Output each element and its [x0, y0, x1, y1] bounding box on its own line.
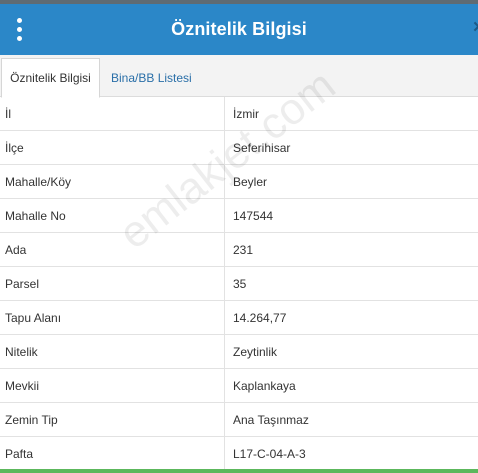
table-row: Zemin Tip Ana Taşınmaz [0, 403, 478, 437]
row-label: Pafta [5, 447, 34, 461]
row-label: Nitelik [5, 345, 38, 359]
row-value: Ana Taşınmaz [233, 413, 309, 427]
row-label: İl [5, 107, 11, 121]
row-label: Mahalle/Köy [5, 175, 72, 189]
table-row: Nitelik Zeytinlik [0, 335, 478, 369]
row-value: 35 [233, 277, 247, 291]
table-row: Parsel 35 [0, 267, 478, 301]
row-label: Parsel [5, 277, 40, 291]
row-label: Tapu Alanı [5, 311, 62, 325]
row-label: Mevkii [5, 379, 40, 393]
table-row: Pafta L17-C-04-A-3 [0, 437, 478, 472]
dialog-title: Öznitelik Bilgisi [171, 19, 307, 39]
row-label: Ada [5, 243, 27, 257]
row-value: Zeytinlik [233, 345, 278, 359]
table-row: Mahalle/Köy Beyler [0, 165, 478, 199]
row-value: Seferihisar [233, 141, 291, 155]
row-label: Mahalle No [5, 209, 66, 223]
tab-bina-bb-listesi[interactable]: Bina/BB Listesi [111, 58, 192, 98]
close-icon[interactable]: × [473, 18, 478, 38]
table-row: İlçe Seferihisar [0, 131, 478, 165]
dialog-header: Öznitelik Bilgisi × [0, 4, 478, 55]
table-row: İl İzmir [0, 97, 478, 131]
row-value: Beyler [233, 175, 268, 189]
row-value: 147544 [233, 209, 274, 223]
tab-bar: Öznitelik Bilgisi Bina/BB Listesi [0, 55, 478, 98]
attribute-table: İl İzmir İlçe Seferihisar Mahalle/Köy Beyle… [0, 97, 478, 472]
table-row: Mahalle No 147544 [0, 199, 478, 233]
table-row: Ada 231 [0, 233, 478, 267]
row-label: Zemin Tip [5, 413, 58, 427]
row-value: Kaplankaya [233, 379, 296, 393]
menu-icon[interactable] [9, 14, 29, 44]
row-value: 231 [233, 243, 254, 257]
tab-oznitelik-bilgisi[interactable]: Öznitelik Bilgisi [1, 58, 100, 98]
bottom-accent-bar [0, 469, 478, 473]
table-row: Tapu Alanı 14.264,77 [0, 301, 478, 335]
row-label: İlçe [5, 141, 24, 155]
row-value: İzmir [233, 107, 259, 121]
table-row: Mevkii Kaplankaya [0, 369, 478, 403]
row-value: L17-C-04-A-3 [233, 447, 306, 461]
row-value: 14.264,77 [233, 311, 287, 325]
